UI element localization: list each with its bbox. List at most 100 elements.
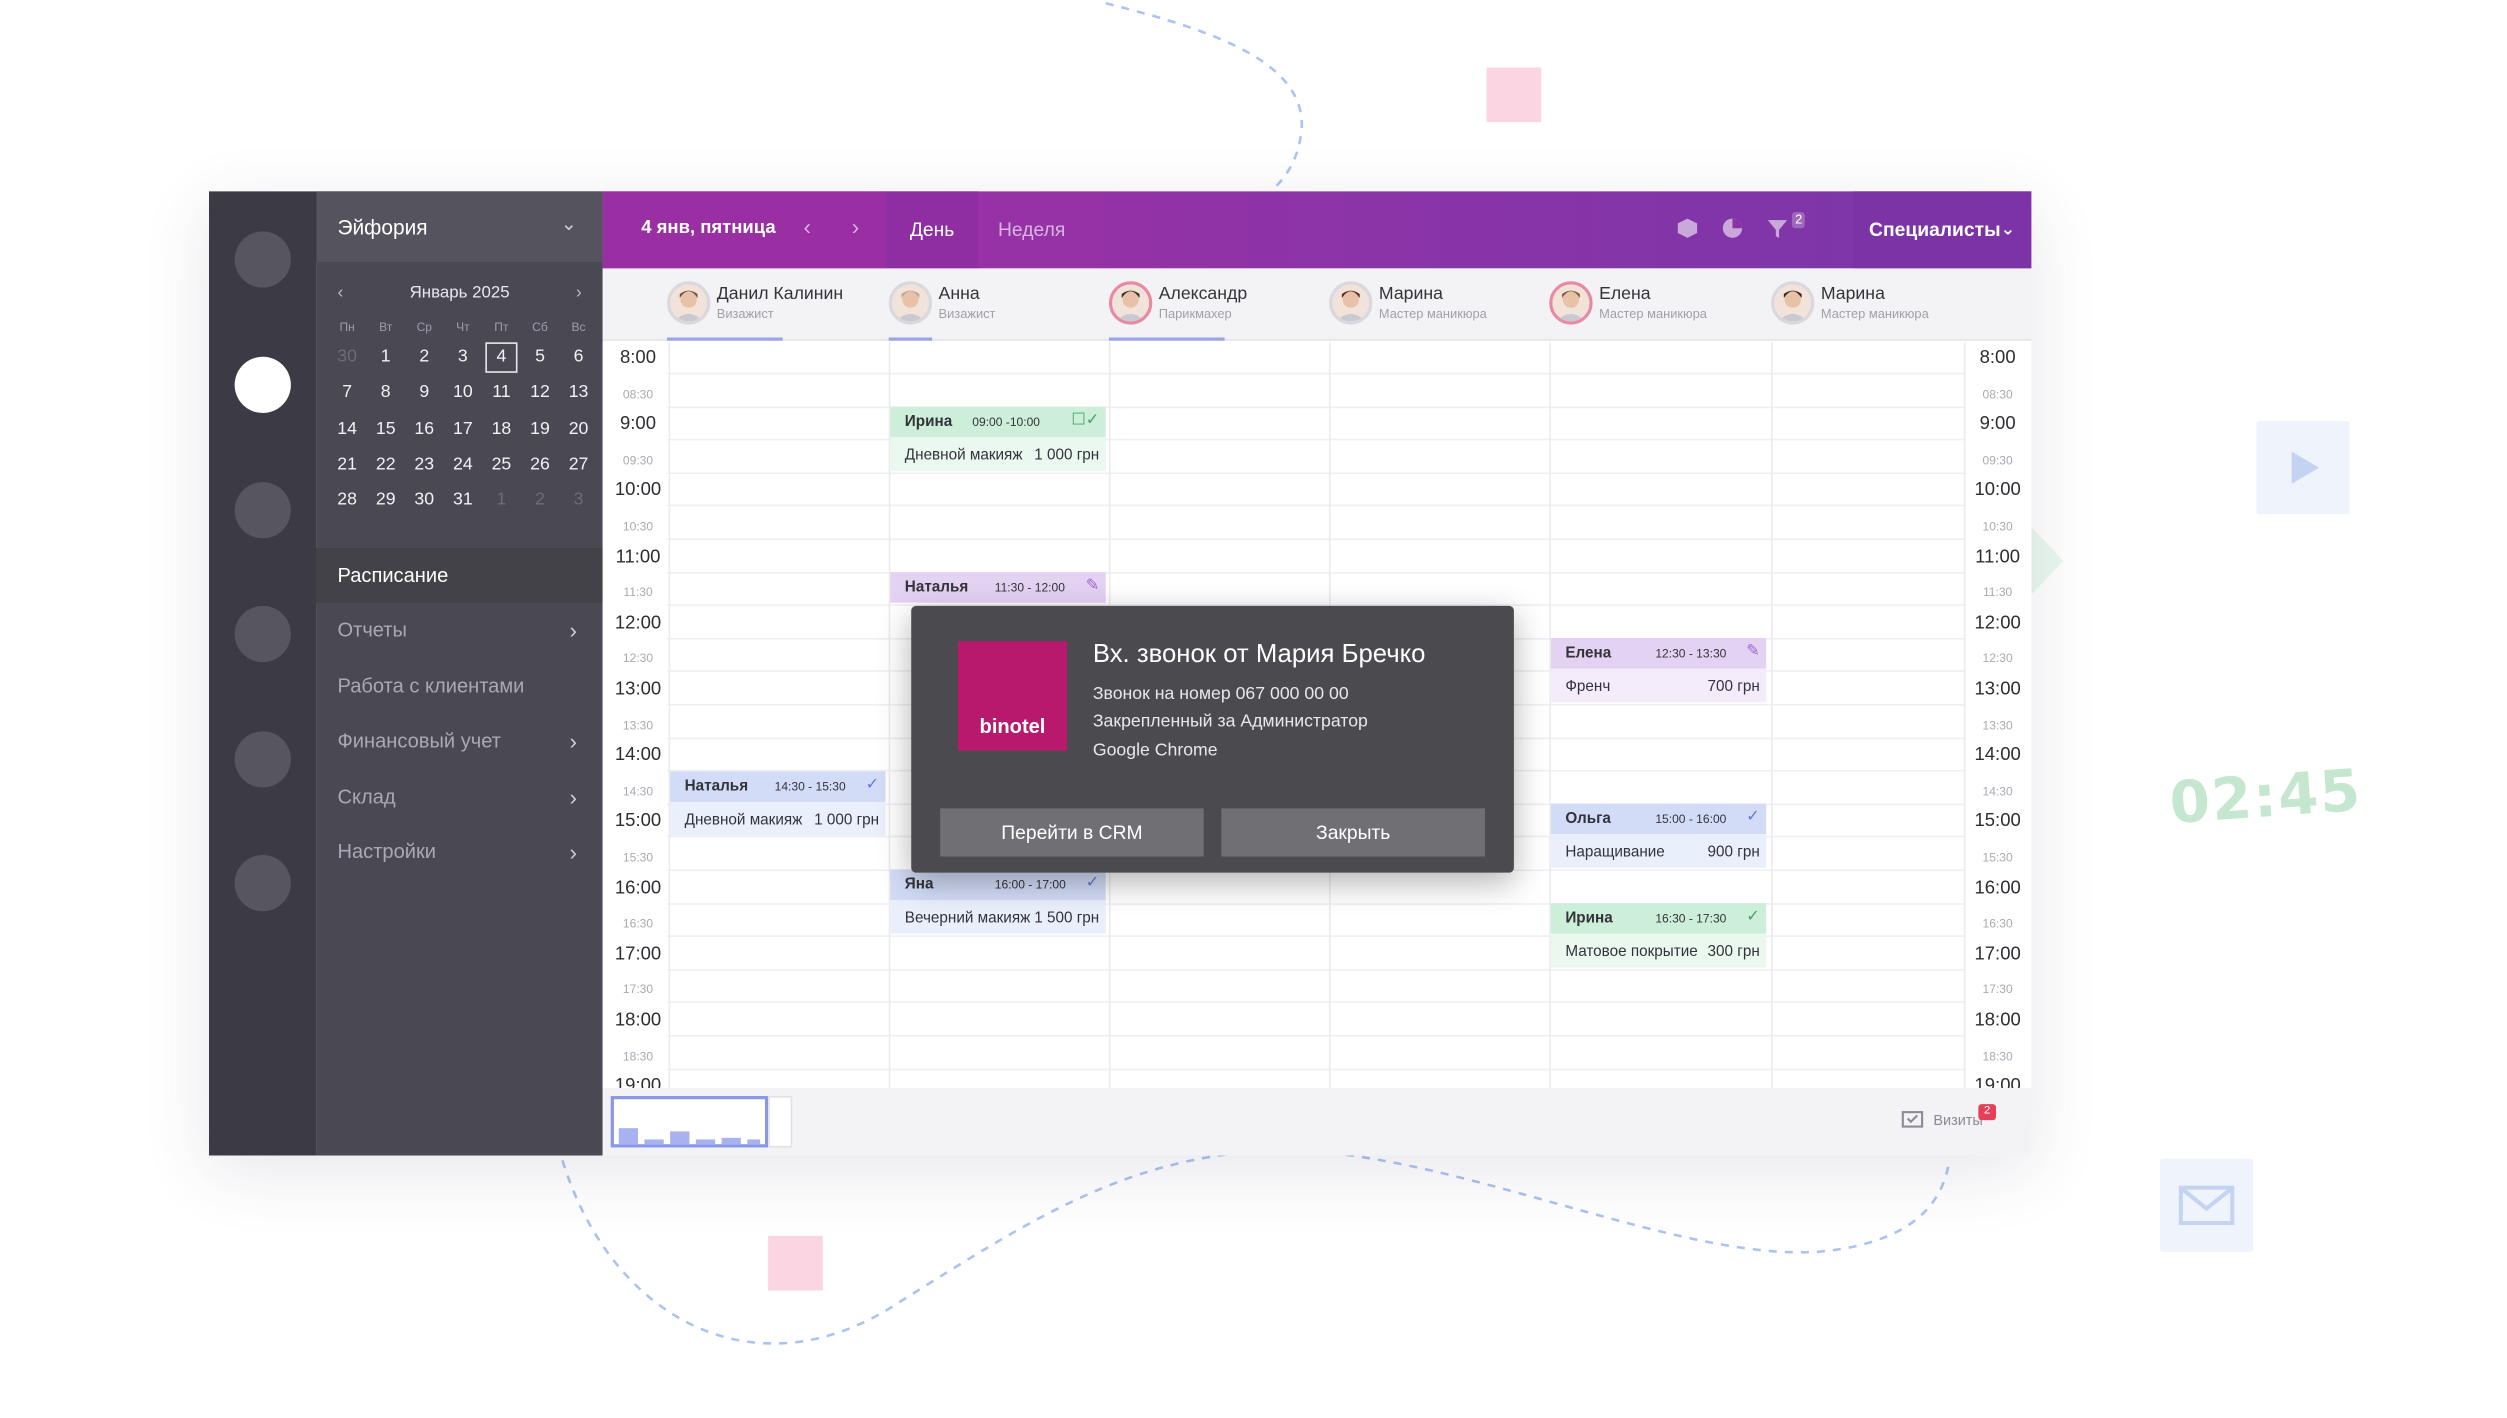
visits-icon[interactable] — [1901, 1109, 1924, 1140]
appointment-client: Наталья — [904, 578, 969, 597]
rail-button-6[interactable] — [234, 854, 291, 912]
menu-finance[interactable]: Финансовый учет › — [317, 714, 603, 769]
visits-label[interactable]: Визиты — [1933, 1112, 1982, 1128]
appointment-card[interactable]: Ирина 09:00 -10:00 ☐✓ Дневной макияж 1 000 г… — [890, 406, 1106, 471]
menu-warehouse[interactable]: Склад › — [317, 769, 603, 824]
time-label: 13:00 — [614, 679, 662, 700]
menu-settings[interactable]: Настройки › — [317, 824, 603, 879]
calendar-day[interactable]: 12 — [521, 375, 560, 411]
calendar-day[interactable]: 16 — [405, 411, 444, 447]
calendar-day[interactable]: 3 — [559, 482, 598, 518]
rail-button-3[interactable] — [234, 482, 291, 539]
calendar-day[interactable]: 1 — [366, 339, 405, 375]
tab-day[interactable]: День — [885, 191, 979, 269]
appointment-card[interactable]: Ирина 16:30 - 17:30 ✓ Матовое покрытие 300 г… — [1550, 903, 1767, 968]
calendar-day[interactable]: 27 — [559, 447, 598, 483]
time-label: 15:30 — [1982, 850, 2013, 865]
appointment-header: Яна 16:00 - 17:00 ✓ — [890, 869, 1106, 900]
time-label: 17:30 — [622, 982, 654, 998]
appointment-body: Дневной макияж 1 000 грн — [670, 801, 886, 836]
status-icon[interactable]: ✓ — [1746, 808, 1759, 826]
org-selector[interactable]: Эйфория ⌄ — [316, 191, 603, 262]
rail-button-5[interactable] — [234, 731, 291, 788]
calendar-day[interactable]: 5 — [521, 339, 560, 375]
rail-button-4[interactable] — [234, 605, 291, 663]
calendar-day[interactable]: 26 — [521, 447, 560, 483]
appointment-card[interactable]: Яна 16:00 - 17:00 ✓ Вечерний макияж 1 500 гр… — [890, 869, 1106, 934]
rail-button-1[interactable] — [234, 231, 291, 288]
menu-reports[interactable]: Отчеты › — [317, 603, 603, 658]
calendar-day[interactable]: 7 — [328, 375, 367, 411]
next-day-icon[interactable]: › — [852, 214, 860, 240]
calendar-day[interactable]: 2 — [521, 482, 560, 518]
calendar-day[interactable]: 21 — [328, 447, 367, 483]
calendar-day[interactable]: 10 — [444, 375, 483, 411]
calendar-day[interactable]: 30 — [405, 482, 444, 518]
time-label: 11:00 — [1975, 547, 2021, 567]
calendar-day[interactable]: 14 — [328, 411, 367, 447]
calendar-day[interactable]: 24 — [444, 447, 483, 483]
timer-display: 02:45 — [2167, 758, 2364, 838]
filter-icon[interactable] — [1765, 217, 1791, 243]
calendar-day[interactable]: 13 — [559, 375, 598, 411]
status-icon[interactable]: ✎ — [1086, 577, 1099, 595]
appointment-card[interactable]: Ольга 15:00 - 16:00 ✓ Наращивание 900 грн — [1550, 803, 1767, 868]
pie-chart-icon[interactable] — [1720, 217, 1746, 243]
box-icon[interactable] — [1675, 217, 1701, 243]
calendar-day[interactable]: 11 — [482, 375, 521, 411]
calendar-day[interactable]: 31 — [444, 482, 483, 518]
menu-schedule[interactable]: Расписание — [316, 548, 603, 604]
calendar-day[interactable]: 18 — [482, 411, 521, 447]
appointment-card[interactable]: Наталья 14:30 - 15:30 ✓ Дневной макияж 1 000… — [670, 771, 886, 836]
calendar-day[interactable]: 28 — [328, 482, 367, 518]
appointment-card[interactable]: Наталья 11:30 - 12:00 ✎ — [890, 572, 1106, 603]
time-label: 08:30 — [1982, 386, 2013, 402]
schedule-minimap[interactable] — [610, 1096, 769, 1148]
calendar-day[interactable]: 9 — [405, 375, 444, 411]
calendar-day[interactable]: 6 — [559, 339, 598, 375]
calendar-day[interactable]: 17 — [444, 411, 483, 447]
calendar-day[interactable]: 2 — [405, 339, 444, 375]
calendar-day[interactable]: 23 — [405, 447, 444, 483]
time-label: 9:00 — [620, 414, 656, 435]
prev-day-icon[interactable]: ‹ — [804, 214, 812, 240]
time-label: 08:30 — [622, 386, 654, 402]
rail-button-schedule[interactable] — [234, 356, 291, 414]
menu-label: Настройки — [337, 840, 437, 863]
calendar-day[interactable]: 29 — [366, 482, 405, 518]
specialists-dropdown[interactable]: Специалисты ⌄ — [1852, 191, 2032, 269]
appointment-time: 09:00 -10:00 — [972, 414, 1040, 430]
calendar-day-today[interactable]: 4 — [482, 339, 521, 375]
go-to-crm-button[interactable]: Перейти в CRM — [940, 808, 1204, 857]
calendar-prev-icon[interactable]: ‹ — [337, 278, 343, 307]
specialist-role: Визажист — [938, 306, 996, 322]
status-icon[interactable]: ✓ — [866, 776, 879, 794]
calendar-day[interactable]: 15 — [366, 411, 405, 447]
status-icon[interactable]: ☐✓ — [1071, 411, 1099, 429]
menu-clients[interactable]: Работа с клиентами — [317, 659, 603, 714]
appointment-service: Вечерний макияж — [904, 909, 1031, 928]
appointment-card[interactable]: Елена 12:30 - 13:30 ✎ Френч 700 грн — [1550, 638, 1767, 703]
specialist-role: Мастер маникюра — [1378, 306, 1487, 322]
close-button[interactable]: Закрыть — [1221, 808, 1485, 857]
calendar-day[interactable]: 30 — [328, 339, 367, 375]
status-icon[interactable]: ✓ — [1086, 874, 1099, 892]
status-icon[interactable]: ✓ — [1746, 908, 1759, 926]
calendar-day[interactable]: 22 — [366, 447, 405, 483]
weekday-label: Сб — [532, 319, 548, 335]
status-icon[interactable]: ✎ — [1746, 643, 1759, 661]
visits-badge: 2 — [1978, 1104, 1997, 1121]
calendar-day[interactable]: 8 — [366, 375, 405, 411]
calendar-day[interactable]: 1 — [482, 482, 521, 518]
calendar-day[interactable]: 20 — [559, 411, 598, 447]
calendar-day[interactable]: 19 — [521, 411, 560, 447]
calendar-next-icon[interactable]: › — [576, 278, 582, 307]
specialist-name: Александр — [1158, 284, 1248, 304]
calendar-day[interactable]: 25 — [482, 447, 521, 483]
tab-week[interactable]: Неделя — [998, 191, 1065, 268]
chevron-right-icon: › — [569, 783, 577, 810]
calendar-day[interactable]: 3 — [444, 339, 483, 375]
top-bar: 4 янв, пятница ‹ › День Неделя 2 Специал… — [602, 191, 2032, 269]
time-label: 16:00 — [614, 878, 662, 898]
page: 02:45 Эйфория ⌄ ‹ Январь 2025 › Пн Вт Ср Чт… — [0, 0, 2507, 1417]
